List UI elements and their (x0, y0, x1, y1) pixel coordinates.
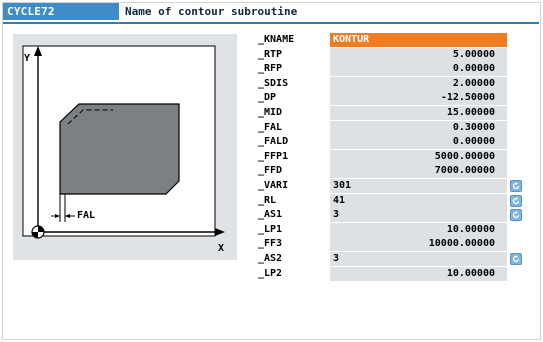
param-value-field[interactable]: 0.00000 (330, 62, 507, 77)
cycle-name-badge: CYCLE72 (3, 3, 119, 20)
param-row: _FF3 10000.00000 (258, 237, 528, 252)
param-row: _DP -12.50000 (258, 91, 528, 106)
param-value-field[interactable]: 301 (330, 179, 507, 193)
param-name: _LP2 (258, 267, 283, 279)
contour-shape (59, 103, 180, 195)
param-row: _FALD 0.00000 (258, 135, 528, 150)
param-value-field[interactable]: -12.50000 (330, 91, 507, 106)
param-name: _DP (258, 92, 277, 104)
toggle-icon[interactable] (510, 194, 522, 207)
param-value-field[interactable]: 10000.00000 (330, 237, 507, 252)
toggle-icon[interactable] (510, 209, 522, 222)
param-name: _RL (258, 194, 277, 206)
param-row: _AS1 3 (258, 208, 528, 223)
toggle-icon[interactable] (510, 253, 522, 265)
toggle-icon[interactable] (510, 180, 522, 192)
param-value-field[interactable]: 15.00000 (330, 106, 507, 120)
param-name: _AS1 (258, 209, 283, 221)
param-name: _FAL (258, 121, 283, 133)
param-value-field[interactable]: 5000.00000 (330, 149, 507, 164)
param-value-field[interactable]: KONTUR (330, 33, 507, 47)
param-name: _FFP1 (258, 150, 289, 162)
param-row: _RL 41 (258, 193, 528, 208)
param-name: _AS2 (258, 253, 283, 264)
param-value-field[interactable]: 10.00000 (330, 222, 507, 237)
param-value-field[interactable]: 41 (330, 193, 507, 208)
param-row: _LP2 10.00000 (258, 266, 528, 281)
param-value-field[interactable]: 0.00000 (330, 135, 507, 150)
param-row: _LP1 10.00000 (258, 222, 528, 237)
help-graphic: Y X FAL (13, 34, 237, 260)
x-axis-label: X (218, 243, 225, 254)
param-row: _VARI 301 (258, 179, 528, 193)
dialog-header: CYCLE72 Name of contour subroutine (3, 3, 539, 24)
param-value-field[interactable]: 7000.00000 (330, 164, 507, 179)
param-name: _RTP (258, 48, 283, 60)
param-value-field[interactable]: 2.00000 (330, 76, 507, 91)
param-row: _KNAME KONTUR (258, 33, 528, 47)
param-row: _SDIS 2.00000 (258, 76, 528, 91)
param-name: _FF3 (258, 238, 283, 250)
param-name: _FFD (258, 165, 283, 177)
fal-label: FAL (77, 210, 96, 221)
param-name: _SDIS (258, 77, 289, 89)
param-value-field[interactable]: 0.30000 (330, 120, 507, 135)
parameter-description: Name of contour subroutine (125, 5, 298, 18)
param-value-field[interactable]: 5.00000 (330, 47, 507, 62)
contour-diagram (22, 45, 225, 239)
param-row: _RFP 0.00000 (258, 62, 528, 77)
param-name: _RFP (258, 63, 283, 75)
param-value-field[interactable]: 10.00000 (330, 266, 507, 281)
x-axis-arrow (215, 228, 225, 236)
param-name: _VARI (258, 180, 289, 191)
param-row: _FFP1 5000.00000 (258, 149, 528, 164)
y-axis-label: Y (24, 53, 31, 64)
param-value-field[interactable]: 3 (330, 208, 507, 223)
param-row: _FAL 0.30000 (258, 120, 528, 135)
param-row: _MID 15.00000 (258, 106, 528, 120)
param-row: _AS2 3 (258, 252, 528, 266)
param-value-field[interactable]: 3 (330, 252, 507, 266)
param-name: _FALD (258, 136, 289, 148)
param-name: _MID (258, 107, 283, 118)
param-row: _FFD 7000.00000 (258, 164, 528, 179)
param-row: _RTP 5.00000 (258, 47, 528, 62)
param-name: _KNAME (258, 34, 295, 45)
param-name: _LP1 (258, 223, 283, 235)
